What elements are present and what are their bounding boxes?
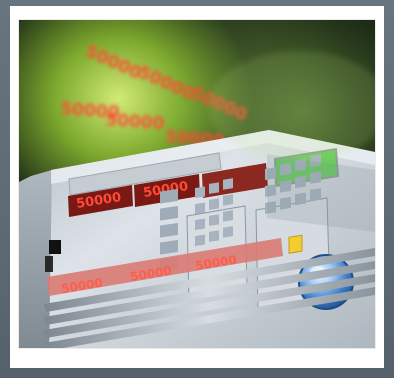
photo-illustration: 50000 50000 50000 50000 50000 50000 5000… [19,20,375,348]
product-photo: 50000 50000 50000 50000 50000 50000 5000… [18,19,376,349]
keypad-key[interactable] [195,234,205,247]
keypad-key[interactable] [223,210,233,222]
keypad-key[interactable] [209,214,219,226]
keypad-key[interactable] [223,178,233,190]
keypad-key[interactable] [223,226,233,238]
yellow-key[interactable] [288,234,303,254]
side-slot [45,256,53,272]
keypad-key[interactable] [195,186,205,199]
keypad-key[interactable] [209,230,219,242]
power-button[interactable] [49,240,61,254]
page-background: 50000 50000 50000 50000 50000 50000 5000… [0,0,394,378]
keypad-key[interactable] [209,198,219,210]
keypad-key[interactable] [195,218,205,231]
keypad-key[interactable] [223,194,233,206]
keypad-key[interactable] [209,182,219,194]
keypad-key[interactable] [195,202,205,215]
floating-number: 50000 [105,110,166,134]
